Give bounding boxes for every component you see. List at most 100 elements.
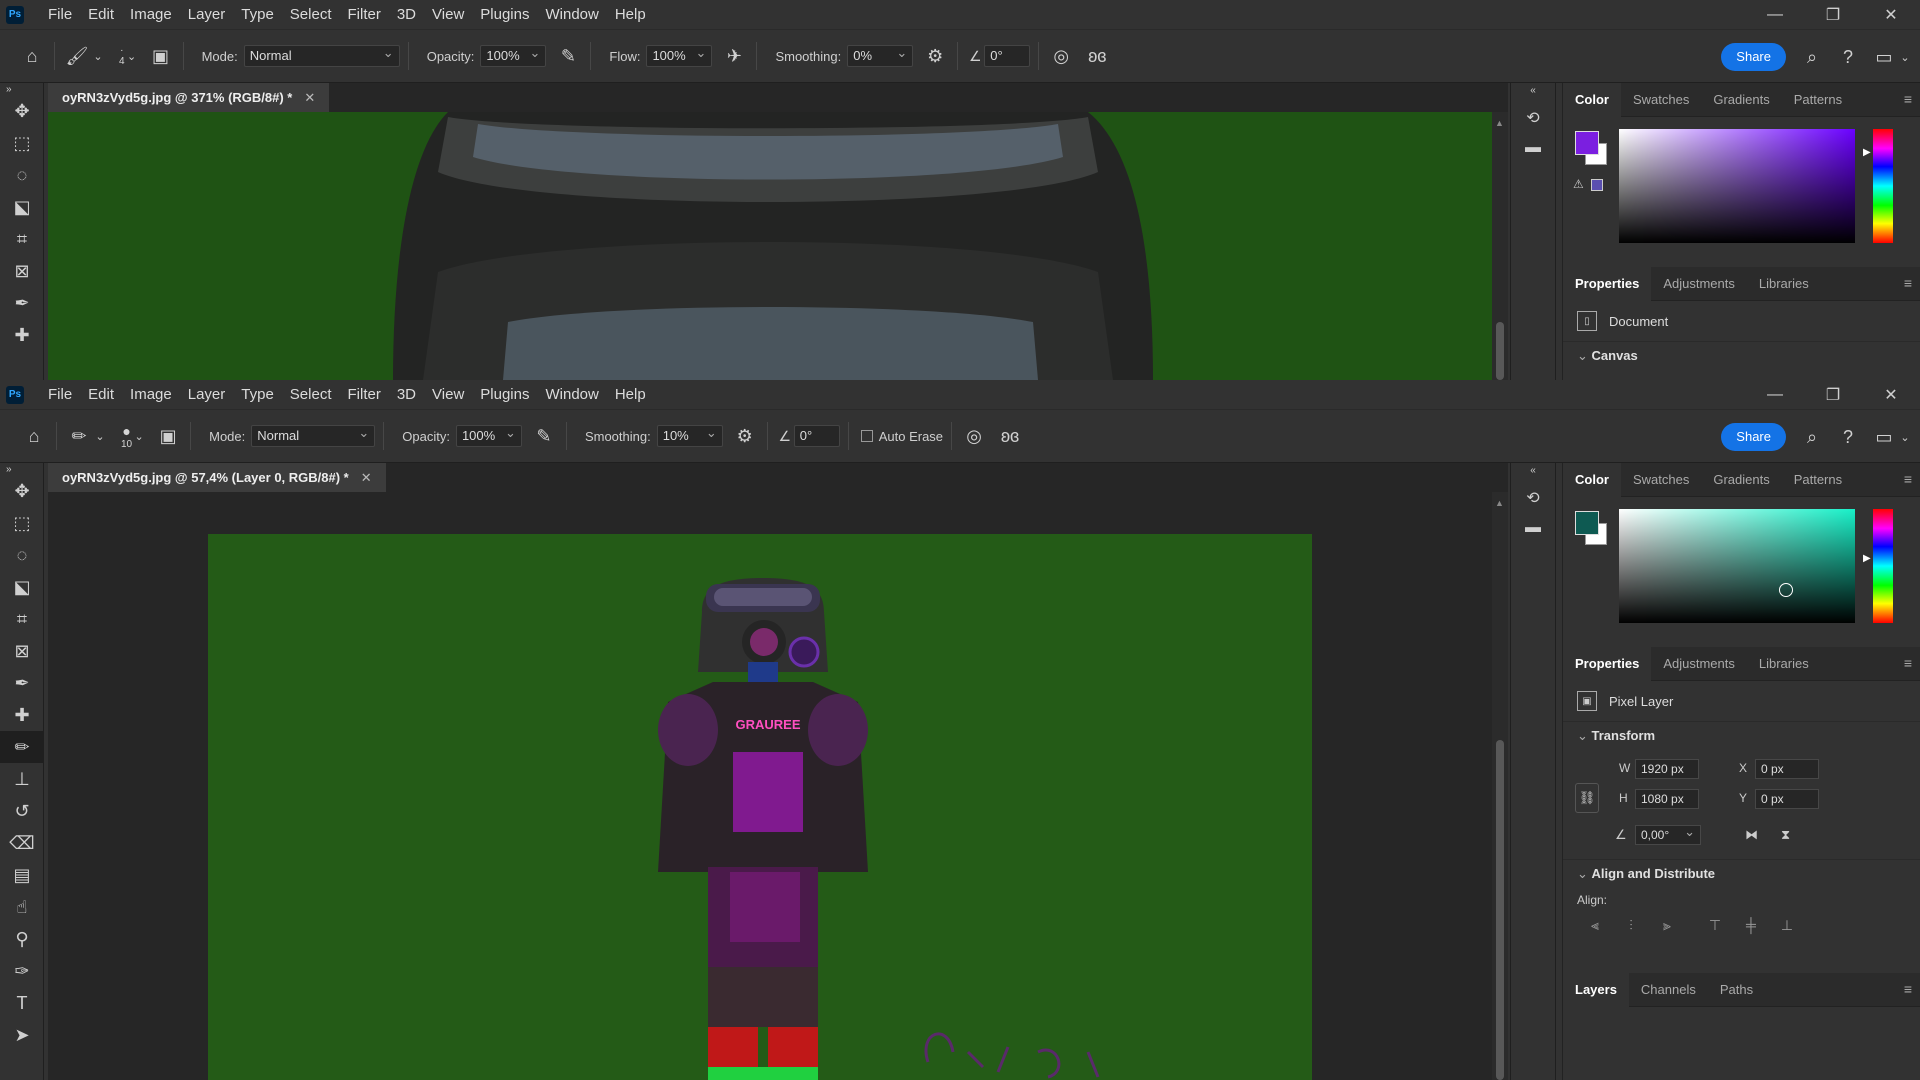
- menu-select[interactable]: Select: [282, 0, 340, 29]
- tab-color[interactable]: Color: [1563, 82, 1621, 117]
- hue-slider[interactable]: [1873, 129, 1893, 243]
- scroll-thumb[interactable]: [1496, 740, 1504, 1080]
- symmetry-butterfly-icon[interactable]: ʚɞ: [996, 422, 1024, 450]
- foreground-color-swatch[interactable]: [1575, 131, 1599, 155]
- menu-type[interactable]: Type: [233, 380, 282, 409]
- web-safe-swatch[interactable]: [1591, 179, 1603, 191]
- help-icon[interactable]: ?: [1834, 43, 1862, 71]
- angle-input[interactable]: 0°: [793, 425, 840, 447]
- tab-patterns[interactable]: Patterns: [1782, 463, 1854, 497]
- gear-icon[interactable]: ⚙: [731, 422, 759, 450]
- workspace-icon[interactable]: ▭: [1870, 423, 1898, 451]
- minimize-button[interactable]: —: [1746, 0, 1804, 29]
- width-input[interactable]: 1920 px: [1635, 759, 1699, 779]
- eraser-tool-icon[interactable]: ⌫: [0, 827, 44, 859]
- opacity-input[interactable]: 100%: [455, 423, 522, 447]
- pencil-tool-icon[interactable]: ✏: [0, 731, 44, 763]
- menu-layer[interactable]: Layer: [180, 380, 234, 409]
- pressure-size-icon[interactable]: ◎: [960, 422, 988, 450]
- tab-channels[interactable]: Channels: [1629, 973, 1708, 1007]
- brush-settings-icon[interactable]: ▣: [154, 422, 182, 450]
- tab-libraries[interactable]: Libraries: [1747, 647, 1821, 681]
- search-icon[interactable]: ⌕: [1798, 43, 1826, 71]
- panel-menu-icon[interactable]: ≡: [1904, 655, 1912, 671]
- history-brush-tool-icon[interactable]: ↺: [0, 795, 44, 827]
- menu-plugins[interactable]: Plugins: [472, 0, 537, 29]
- transform-section-header[interactable]: Transform: [1563, 721, 1920, 749]
- menu-edit[interactable]: Edit: [80, 380, 122, 409]
- move-tool-icon[interactable]: ✥: [0, 95, 44, 127]
- menu-select[interactable]: Select: [282, 380, 340, 409]
- menu-file[interactable]: File: [40, 380, 80, 409]
- flip-vertical-icon[interactable]: ⧗: [1781, 827, 1790, 843]
- vertical-scrollbar[interactable]: ▲: [1492, 492, 1508, 1080]
- tab-color[interactable]: Color: [1563, 462, 1621, 497]
- lasso-tool-icon[interactable]: ◌: [0, 539, 44, 571]
- share-button[interactable]: Share: [1721, 423, 1786, 451]
- comments-icon[interactable]: ▬: [1511, 133, 1555, 163]
- symmetry-butterfly-icon[interactable]: ʚɞ: [1083, 42, 1111, 70]
- menu-view[interactable]: View: [424, 0, 472, 29]
- height-input[interactable]: 1080 px: [1635, 789, 1699, 809]
- eyedropper-tool-icon[interactable]: ✒: [0, 287, 44, 319]
- object-select-tool-icon[interactable]: ⬕: [0, 571, 44, 603]
- gradient-tool-icon[interactable]: ▤: [0, 859, 44, 891]
- brush-tool-icon[interactable]: 🖌: [63, 42, 91, 70]
- chevron-down-icon[interactable]: ⌄: [132, 422, 146, 450]
- tab-patterns[interactable]: Patterns: [1782, 83, 1854, 117]
- menu-image[interactable]: Image: [122, 0, 180, 29]
- scroll-up-icon[interactable]: ▲: [1495, 498, 1504, 508]
- pen-tool-icon[interactable]: ✑: [0, 955, 44, 987]
- move-tool-icon[interactable]: ✥: [0, 475, 44, 507]
- panel-menu-icon[interactable]: ≡: [1904, 981, 1912, 997]
- align-center-icon[interactable]: ⫶: [1613, 917, 1649, 939]
- flow-input[interactable]: 100%: [646, 43, 713, 67]
- align-right-icon[interactable]: ⫸: [1649, 917, 1685, 939]
- history-icon[interactable]: ⟲: [1511, 103, 1555, 133]
- restore-button[interactable]: ❐: [1804, 380, 1862, 409]
- type-tool-icon[interactable]: T: [0, 987, 44, 1019]
- tab-adjustments[interactable]: Adjustments: [1651, 647, 1747, 681]
- menu-filter[interactable]: Filter: [340, 380, 389, 409]
- home-icon[interactable]: ⌂: [20, 422, 48, 450]
- gamut-warning-icon[interactable]: ⚠: [1573, 177, 1584, 191]
- pressure-size-icon[interactable]: ◎: [1047, 42, 1075, 70]
- menu-3d[interactable]: 3D: [389, 380, 424, 409]
- menu-window[interactable]: Window: [537, 380, 606, 409]
- canvas-area[interactable]: GRAUREE: [48, 492, 1492, 1080]
- lasso-tool-icon[interactable]: ◌: [0, 159, 44, 191]
- healing-brush-tool-icon[interactable]: ✚: [0, 319, 44, 351]
- home-icon[interactable]: ⌂: [18, 42, 46, 70]
- healing-brush-tool-icon[interactable]: ✚: [0, 699, 44, 731]
- menu-type[interactable]: Type: [233, 0, 282, 29]
- chevron-down-icon[interactable]: ⌄: [93, 422, 107, 450]
- airbrush-icon[interactable]: ✈: [720, 42, 748, 70]
- auto-erase-checkbox[interactable]: [860, 430, 873, 442]
- pressure-opacity-icon[interactable]: ✎: [530, 422, 558, 450]
- minimize-button[interactable]: —: [1746, 380, 1804, 409]
- scroll-up-icon[interactable]: ▲: [1495, 118, 1504, 128]
- smudge-tool-icon[interactable]: ☝: [0, 891, 44, 923]
- marquee-tool-icon[interactable]: ⬚: [0, 507, 44, 539]
- smoothing-input[interactable]: 10%: [656, 423, 723, 447]
- path-select-tool-icon[interactable]: ➤: [0, 1019, 44, 1051]
- color-picker-ring[interactable]: [1779, 583, 1793, 597]
- workspace-icon[interactable]: ▭: [1870, 43, 1898, 71]
- opacity-input[interactable]: 100%: [480, 43, 547, 67]
- menu-help[interactable]: Help: [607, 380, 654, 409]
- expand-icon[interactable]: »: [0, 83, 44, 95]
- align-middle-icon[interactable]: ╪: [1733, 917, 1769, 939]
- vertical-scrollbar[interactable]: ▲: [1492, 112, 1508, 380]
- foreground-color-swatch[interactable]: [1575, 511, 1599, 535]
- collapse-icon[interactable]: «: [1511, 83, 1555, 97]
- panel-menu-icon[interactable]: ≡: [1904, 91, 1912, 107]
- tab-adjustments[interactable]: Adjustments: [1651, 267, 1747, 301]
- close-button[interactable]: ✕: [1862, 380, 1920, 409]
- tab-gradients[interactable]: Gradients: [1701, 463, 1781, 497]
- tab-properties[interactable]: Properties: [1563, 266, 1652, 301]
- crop-tool-icon[interactable]: ⌗: [0, 603, 44, 635]
- align-section-header[interactable]: Align and Distribute: [1563, 859, 1920, 887]
- chevron-down-icon[interactable]: ⌄: [125, 42, 139, 70]
- chevron-down-icon[interactable]: ⌄: [91, 42, 105, 70]
- tab-gradients[interactable]: Gradients: [1701, 83, 1781, 117]
